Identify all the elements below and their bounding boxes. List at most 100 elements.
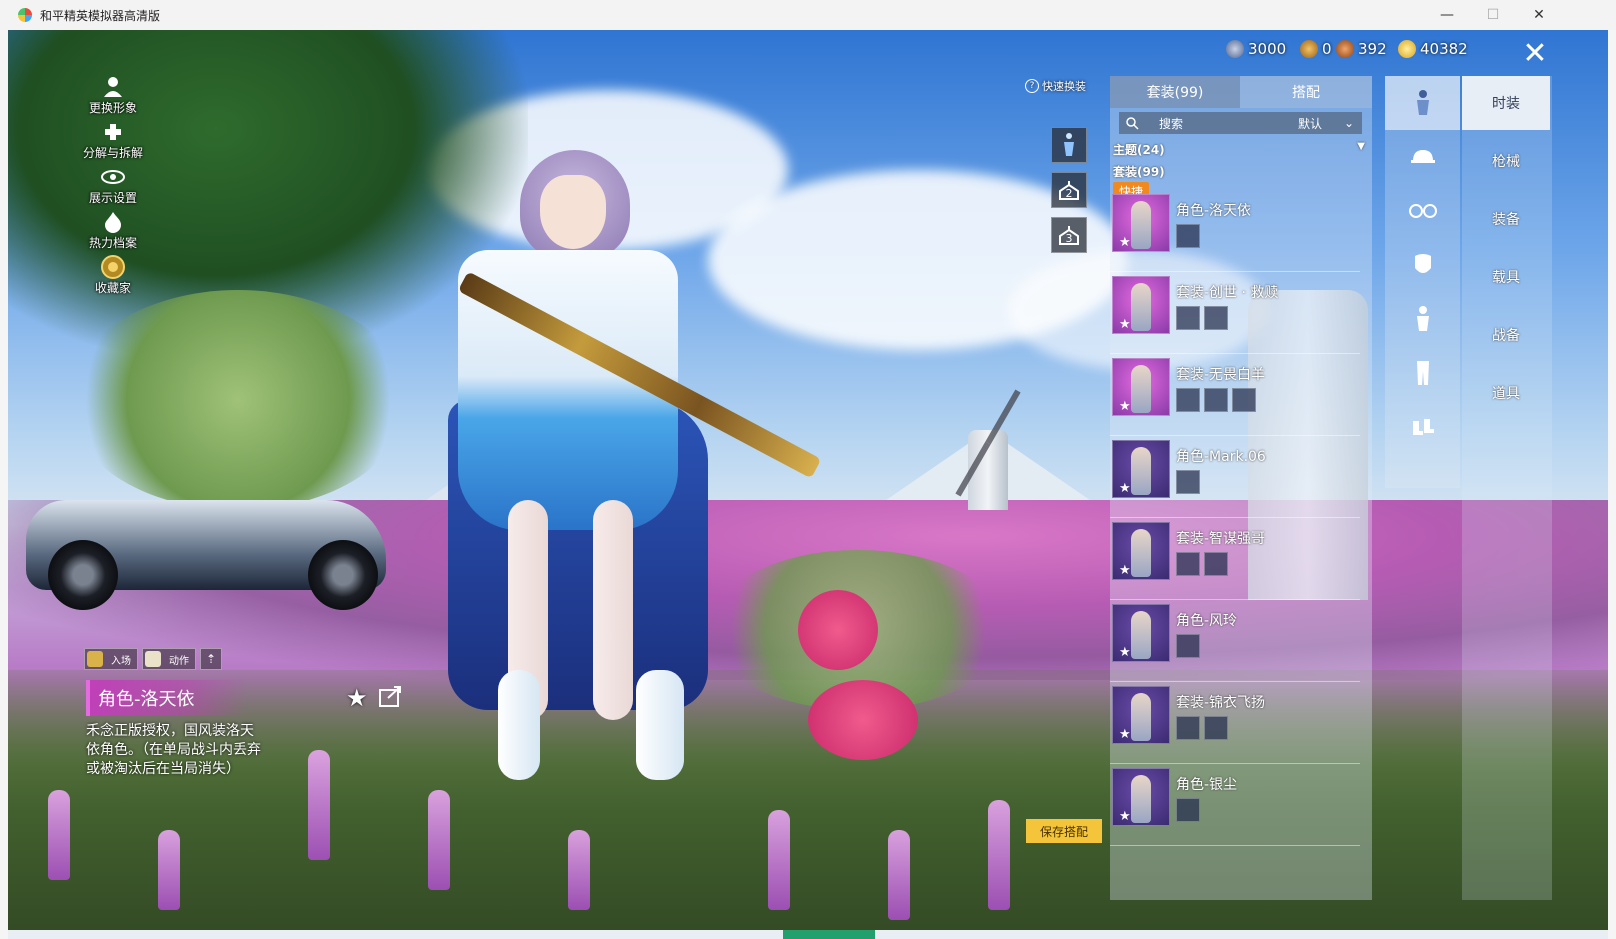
quick-slot-3[interactable]: 3 [1051,217,1087,253]
sub-item-thumb[interactable] [1204,306,1228,330]
outfit-name: 套装-创世 · 救赎 [1176,285,1279,301]
silver-coin-icon [1226,40,1244,58]
outfit-name: 角色-Mark.06 [1176,449,1266,465]
currency-gold: 40382 [1398,40,1468,58]
search-input[interactable]: 搜索 [1119,112,1258,134]
coupon-coin-icon [1300,40,1318,58]
quick-slot-1[interactable] [1051,127,1087,163]
outfit-item[interactable]: ★ 套装-锦衣飞扬 [1110,684,1360,764]
outfit-figure [1131,365,1151,413]
divider [1110,353,1360,354]
outfit-item[interactable]: ★ 角色-风玲 [1110,602,1360,682]
sub-item-thumb[interactable] [1176,716,1200,740]
menu-heat-archive[interactable]: 热力档案 [70,211,156,251]
slot-hat[interactable] [1385,130,1460,184]
outfit-figure [1131,283,1151,331]
character-name: 角色-洛天依 [86,680,246,716]
outfit-item[interactable]: ★ 角色-银尘 [1110,766,1360,846]
slot-shoes[interactable] [1385,400,1460,454]
close-window-button[interactable]: ✕ [1516,0,1562,30]
car-wheel [48,540,118,610]
character-description: 禾念正版授权，国风装洛天依角色。（在单局战斗内丢弃或被淘汰后在当局消失） [86,723,261,777]
sub-item-thumb[interactable] [1232,388,1256,412]
menu-collector[interactable]: 收藏家 [70,255,156,296]
divider [1110,681,1360,682]
outfit-thumbnail: ★ [1112,522,1170,580]
sub-item-thumb[interactable] [1176,634,1200,658]
group-theme[interactable]: 主题(24) ▼ [1113,141,1365,158]
flower [308,750,330,860]
slot-glasses[interactable] [1385,184,1460,238]
tab-enter-animation[interactable]: 入场 [84,648,138,670]
flower [988,800,1010,910]
outfit-name: 角色-银尘 [1176,777,1238,793]
mask-icon [1414,254,1431,273]
help-icon[interactable]: ? [1025,79,1039,93]
slot-full-outfit[interactable] [1385,76,1460,130]
star-icon: ★ [1119,481,1131,496]
outfit-thumbnail: ★ [1112,358,1170,416]
category-vehicles[interactable]: 载具 [1462,250,1550,304]
app-logo-icon [18,8,32,22]
outfit-item[interactable]: ★ 角色-洛天依 [1110,192,1360,272]
tab-action[interactable]: 动作 [142,648,196,670]
favorite-star-icon[interactable]: ★ [346,684,368,714]
category-weapons[interactable]: 枪械 [1462,134,1550,188]
quick-slot-2[interactable]: 2 [1051,172,1087,208]
sub-item-thumb[interactable] [1176,798,1200,822]
character-face [540,175,606,249]
collapse-up-button[interactable]: ⇡ [200,648,222,670]
star-icon: ★ [1119,235,1131,250]
flower [428,790,450,890]
flower [568,830,590,910]
menu-decompose[interactable]: 分解与拆解 [70,121,156,161]
menu-display-settings[interactable]: 展示设置 [70,166,156,206]
outfit-thumbnail: ★ [1112,686,1170,744]
sub-item-thumb[interactable] [1176,388,1200,412]
caret-down-icon: ▼ [1357,141,1365,152]
sub-item-thumb[interactable] [1176,306,1200,330]
bronze-coin-icon [1336,40,1354,58]
outfit-item[interactable]: ★ 角色-Mark.06 [1110,438,1360,518]
sub-item-thumb[interactable] [1204,716,1228,740]
left-window-border [0,30,8,939]
sub-item-thumb[interactable] [1204,388,1228,412]
shoes-icon [1412,419,1434,435]
slot-top[interactable] [1385,292,1460,346]
outfit-name: 角色-洛天依 [1176,203,1252,219]
maximize-button[interactable]: ☐ [1470,0,1516,30]
outfit-figure [1131,201,1151,249]
outfit-item[interactable]: ★ 套装-创世 · 救赎 [1110,274,1360,354]
search-icon [1126,117,1139,130]
tab-match[interactable]: 搭配 [1240,76,1372,108]
puzzle-icon [100,121,126,143]
sub-item-thumb[interactable] [1176,552,1200,576]
sort-dropdown[interactable]: 默认 ⌄ [1258,112,1362,134]
divider [1110,435,1360,436]
sub-item-thumb[interactable] [1176,224,1200,248]
outfit-item[interactable]: ★ 套装-智谋强哥 [1110,520,1360,600]
save-match-button[interactable]: 保存搭配 [1026,819,1102,843]
sub-item-thumb[interactable] [1204,552,1228,576]
close-panel-button[interactable]: ✕ [1518,36,1552,71]
share-icon[interactable] [378,684,404,714]
sub-item-thumb[interactable] [1176,470,1200,494]
collector-badge-icon [100,255,126,279]
character-boot [498,670,540,780]
menu-change-appearance[interactable]: 更换形象 [70,76,156,116]
category-fashion[interactable]: 时装 [1462,76,1550,130]
hat-icon [1410,150,1435,163]
category-items[interactable]: 道具 [1462,366,1550,420]
group-outfit[interactable]: 套装(99) [1113,163,1165,180]
character-action-tabs: 入场 动作 ⇡ [84,648,222,670]
category-equipment[interactable]: 装备 [1462,192,1550,246]
outfit-item[interactable]: ★ 套装-无畏白羊 [1110,356,1360,436]
star-icon: ★ [1119,399,1131,414]
divider [1110,517,1360,518]
slot-mask[interactable] [1385,238,1460,292]
slot-pants[interactable] [1385,346,1460,400]
minimize-button[interactable]: — [1424,0,1470,30]
character-boot [636,670,684,780]
category-combat-gear[interactable]: 战备 [1462,308,1550,362]
tab-outfits[interactable]: 套装(99) [1110,76,1240,108]
